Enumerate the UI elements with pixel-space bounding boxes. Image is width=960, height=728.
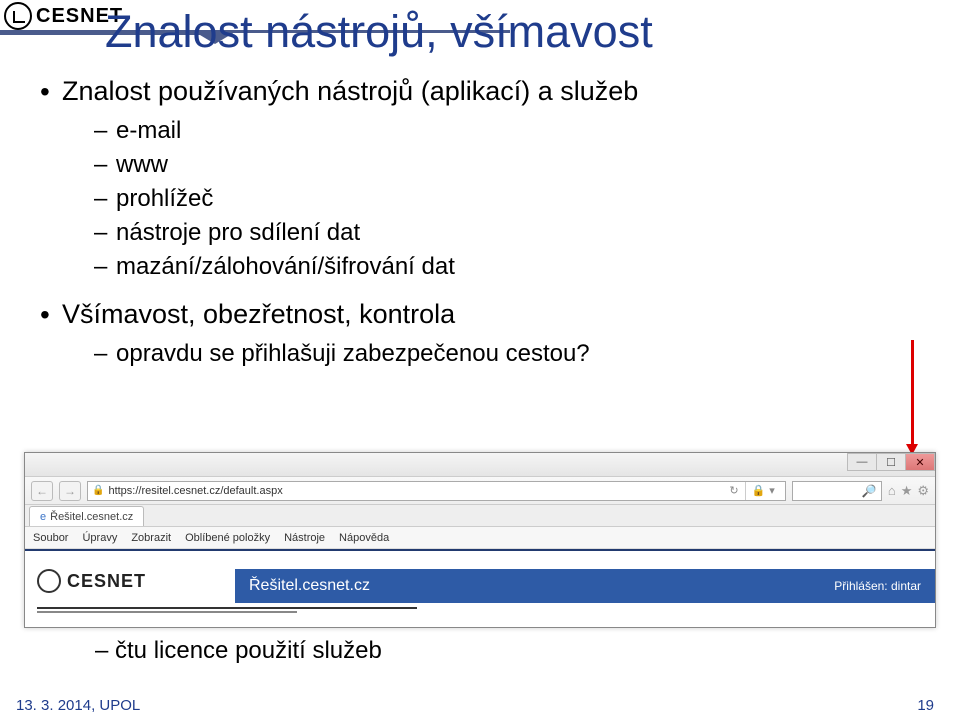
favorites-icon[interactable]: ★ — [901, 483, 913, 499]
page-logo-text: CESNET — [67, 571, 146, 592]
page-logo-icon — [37, 569, 61, 593]
logo-mark-icon — [4, 2, 32, 30]
slide-body: Znalost používaných nástrojů (aplikací) … — [40, 76, 920, 374]
menu-item[interactable]: Oblíbené položky — [185, 532, 270, 544]
home-icon[interactable]: ⌂ — [888, 483, 896, 499]
close-button[interactable]: ✕ — [905, 453, 935, 471]
bullet-level2: www — [40, 151, 920, 179]
page-divider — [37, 607, 437, 613]
page-header-band: Řešitel.cesnet.cz Přihlášen: dintar — [235, 569, 935, 603]
ie-icon: e — [40, 511, 46, 523]
slide-title: Znalost nástrojů, všímavost — [105, 6, 653, 58]
bullet-level2: mazání/zálohování/šifrování dat — [40, 253, 920, 281]
maximize-button[interactable]: ☐ — [876, 453, 906, 471]
cert-lock-icon: 🔒 — [752, 484, 766, 497]
callout-arrow-icon — [911, 340, 914, 445]
search-icon: 🔎 — [862, 484, 877, 498]
tools-icon[interactable]: ⚙ — [917, 483, 929, 499]
bullet-level2: nástroje pro sdílení dat — [40, 219, 920, 247]
tab-strip: e Řešitel.cesnet.cz — [25, 505, 935, 527]
menu-item[interactable]: Nápověda — [339, 532, 389, 544]
menu-item[interactable]: Nástroje — [284, 532, 325, 544]
menu-bar: Soubor Úpravy Zobrazit Oblíbené položky … — [25, 527, 935, 549]
browser-tab[interactable]: e Řešitel.cesnet.cz — [29, 506, 144, 526]
back-button[interactable]: ← — [31, 481, 53, 501]
refresh-icon[interactable]: ↻ — [729, 484, 738, 497]
bullet-level2: e-mail — [40, 117, 920, 145]
page-number: 19 — [917, 697, 934, 714]
page-header-title: Řešitel.cesnet.cz — [249, 577, 370, 595]
rendered-page: CESNET Řešitel.cesnet.cz Přihlášen: dint… — [25, 549, 935, 627]
browser-screenshot: — ☐ ✕ ← → 🔒 https://resitel.cesnet.cz/de… — [24, 452, 936, 628]
menu-item[interactable]: Zobrazit — [131, 532, 171, 544]
bullet-level1: Všímavost, obezřetnost, kontrola — [40, 299, 920, 330]
footer-date: 13. 3. 2014, UPOL — [16, 697, 140, 714]
menu-item[interactable]: Soubor — [33, 532, 68, 544]
menu-item[interactable]: Úpravy — [82, 532, 117, 544]
forward-button[interactable]: → — [59, 481, 81, 501]
bullet-level2: prohlížeč — [40, 185, 920, 213]
minimize-button[interactable]: — — [847, 453, 877, 471]
bullet-level1: Znalost používaných nástrojů (aplikací) … — [40, 76, 920, 107]
dropdown-icon[interactable]: ▾ — [769, 484, 775, 497]
logged-in-label: Přihlášen: dintar — [834, 579, 921, 593]
lock-icon: 🔒 — [92, 485, 104, 496]
window-titlebar: — ☐ ✕ — [25, 453, 935, 477]
bullet-level2: čtu licence použití služeb — [95, 637, 382, 665]
url-input[interactable]: 🔒 https://resitel.cesnet.cz/default.aspx… — [87, 481, 786, 501]
tab-title: Řešitel.cesnet.cz — [50, 511, 133, 523]
bullet-level2: opravdu se přihlašuji zabezpečenou cesto… — [40, 340, 920, 368]
url-text: https://resitel.cesnet.cz/default.aspx — [108, 485, 282, 497]
search-input[interactable]: 🔎 — [792, 481, 882, 501]
window-controls: — ☐ ✕ — [848, 453, 935, 471]
address-bar: ← → 🔒 https://resitel.cesnet.cz/default.… — [25, 477, 935, 505]
